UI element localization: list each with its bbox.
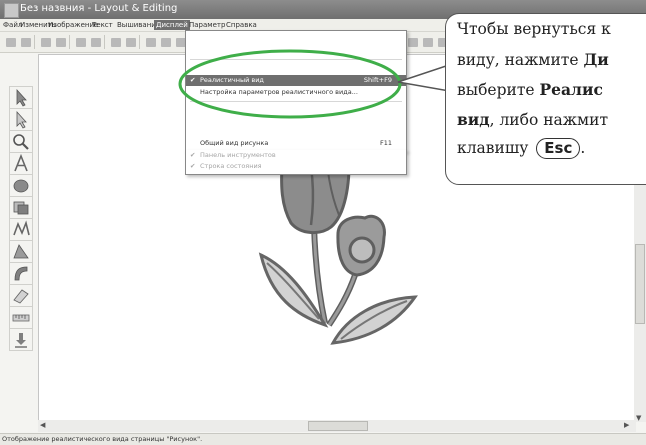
- horizontal-scroll-thumb[interactable]: [308, 421, 368, 431]
- checkmark-icon: ✔: [190, 151, 196, 159]
- toolbar-divider: [104, 35, 105, 49]
- dropdown-item-label: Панель инструментов: [200, 151, 276, 159]
- import-icon[interactable]: [9, 328, 33, 351]
- ruler-icon[interactable]: [9, 306, 33, 329]
- toolbar-divider: [34, 35, 35, 49]
- copy-icon[interactable]: [158, 35, 174, 50]
- dropdown-item-statusbar[interactable]: ✔ Строка состояния: [186, 161, 406, 172]
- display-menu-dropdown: ✔ Реалистичный вид Shift+F9 Настройка па…: [185, 30, 407, 152]
- text-icon[interactable]: [9, 152, 33, 175]
- dropdown-item-label: Строка состояния: [200, 162, 262, 170]
- scroll-left-icon[interactable]: ◀: [40, 421, 45, 429]
- dropdown-item-label: Общий вид рисунка: [200, 139, 269, 147]
- layout-icon[interactable]: [420, 35, 436, 50]
- save-icon[interactable]: [38, 35, 54, 50]
- callout-text: .: [580, 139, 586, 157]
- menu-option[interactable]: Параметр: [189, 20, 225, 30]
- outline-icon[interactable]: [9, 262, 33, 285]
- callout-text: Чтобы вернуться к: [457, 20, 611, 38]
- callout-bold-text: Ди: [583, 50, 609, 69]
- print-icon[interactable]: [73, 35, 89, 50]
- fill-icon[interactable]: [9, 196, 33, 219]
- scroll-down-icon[interactable]: ▼: [636, 414, 641, 422]
- callout-line-1: Чтобы вернуться к: [457, 20, 611, 38]
- new-file-icon[interactable]: [3, 35, 19, 50]
- open-file-icon[interactable]: [18, 35, 34, 50]
- dropdown-item-realistic-settings[interactable]: Настройка параметров реалистичного вида.…: [186, 87, 406, 98]
- callout-text: выберите: [457, 81, 540, 99]
- cut-icon[interactable]: [143, 35, 159, 50]
- save-as-icon[interactable]: [53, 35, 69, 50]
- status-text: Отображение реалистического вида страниц…: [2, 435, 203, 443]
- dropdown-item-label: Реалистичный вид: [200, 76, 264, 84]
- shape-icon[interactable]: [9, 174, 33, 197]
- scroll-right-icon[interactable]: ▶: [624, 421, 629, 429]
- checkmark-icon: ✔: [190, 162, 196, 170]
- dropdown-divider: [190, 59, 402, 60]
- callout-line-2: виду, нажмите Ди: [457, 50, 609, 69]
- app-icon: [4, 3, 19, 18]
- window-title: Без назвния - Layout & Editing: [20, 3, 178, 14]
- callout-line-3: выберите Реалис: [457, 80, 603, 99]
- status-bar: Отображение реалистического вида страниц…: [0, 433, 646, 445]
- instruction-callout: [445, 13, 646, 185]
- callout-line-5: клавишу Esc.: [457, 138, 585, 159]
- menu-help[interactable]: Справка: [226, 20, 257, 30]
- callout-bold-text: Реалис: [539, 80, 603, 99]
- eraser-icon[interactable]: [9, 284, 33, 307]
- dropdown-item-hidden-3[interactable]: [186, 109, 406, 120]
- dropdown-item-hidden-1[interactable]: [186, 35, 406, 46]
- dropdown-item-shortcut: Shift+F9: [363, 76, 392, 84]
- grid-icon[interactable]: [405, 35, 421, 50]
- dropdown-item-realistic-view[interactable]: ✔ Реалистичный вид Shift+F9: [186, 75, 406, 86]
- menu-text[interactable]: Текст: [92, 20, 113, 30]
- vertical-scroll-thumb[interactable]: [635, 244, 645, 324]
- menu-image[interactable]: Изображение: [48, 20, 98, 30]
- zoom-icon[interactable]: [9, 130, 33, 153]
- toolbar-divider: [139, 35, 140, 49]
- dropdown-divider: [190, 101, 402, 102]
- toolbar-divider: [69, 35, 70, 49]
- stitch-icon[interactable]: [9, 218, 33, 241]
- display-menu-dropdown-bottom: ✔ Панель инструментов ✔ Строка состояния: [185, 150, 407, 175]
- dropdown-item-label: Настройка параметров реалистичного вида.…: [200, 88, 358, 96]
- dropdown-item-shortcut: F11: [379, 139, 392, 147]
- callout-text: виду, нажмите: [457, 51, 584, 69]
- left-toolbox: [7, 86, 33, 351]
- undo-icon[interactable]: [108, 35, 124, 50]
- point-edit-icon[interactable]: [9, 108, 33, 131]
- checkmark-icon: ✔: [190, 76, 196, 84]
- dropdown-item-hidden-4[interactable]: [186, 123, 406, 134]
- callout-text: , либо нажмит: [489, 111, 609, 129]
- callout-text: клавишу: [457, 139, 534, 157]
- dropdown-item-overall-view[interactable]: Общий вид рисунка F11: [186, 138, 406, 149]
- dropdown-item-hidden-2[interactable]: [186, 47, 406, 58]
- menu-display[interactable]: Дисплей: [154, 20, 190, 30]
- callout-bold-text: вид: [457, 110, 490, 129]
- preview-icon[interactable]: [88, 35, 104, 50]
- dropdown-item-toolbar[interactable]: ✔ Панель инструментов: [186, 150, 406, 161]
- redo-icon[interactable]: [123, 35, 139, 50]
- esc-key-icon: Esc: [536, 138, 581, 159]
- horizontal-scrollbar[interactable]: ◀ ▶: [38, 420, 636, 432]
- rectangle-icon[interactable]: [9, 240, 33, 263]
- select-arrow-icon[interactable]: [9, 86, 33, 109]
- callout-line-4: вид, либо нажмит: [457, 110, 608, 129]
